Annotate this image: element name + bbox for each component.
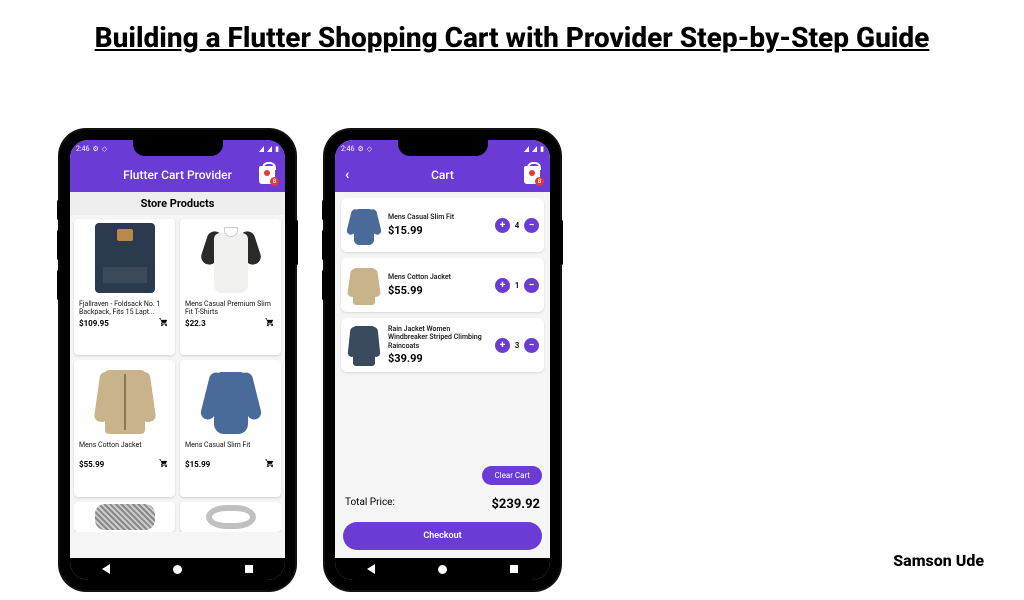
- product-image: [95, 223, 155, 293]
- product-image: [95, 504, 155, 530]
- cart-item: Mens Cotton Jacket $55.99 + 1 −: [341, 258, 544, 312]
- cart-item-name: Rain Jacket Women Windbreaker Striped Cl…: [388, 325, 489, 350]
- add-to-cart-icon[interactable]: [158, 317, 170, 329]
- signal-icon: [524, 146, 529, 152]
- clear-cart-button[interactable]: Clear Cart: [482, 466, 542, 485]
- nav-recent-icon[interactable]: [510, 565, 518, 573]
- cart-count-badge: 8: [270, 177, 279, 186]
- android-nav-bar: [335, 558, 550, 580]
- total-value: $239.92: [491, 497, 540, 512]
- phone-store: 2:46⚙◇ ▮ Flutter Cart Provider 8 Store P…: [60, 130, 295, 590]
- cart-item-image: [346, 323, 382, 367]
- increment-button[interactable]: +: [495, 338, 510, 353]
- phone-cart: 2:46⚙◇ ▮ ‹ Cart 8 Mens Casual Slim Fit $…: [325, 130, 560, 590]
- app-bar: Flutter Cart Provider 8: [70, 158, 285, 192]
- cart-item-price: $55.99: [388, 284, 489, 297]
- author-name: Samson Ude: [893, 551, 984, 570]
- cart-button[interactable]: 8: [259, 166, 275, 184]
- nav-recent-icon[interactable]: [245, 565, 253, 573]
- page-title: Building a Flutter Shopping Cart with Pr…: [0, 0, 1024, 57]
- nav-back-icon[interactable]: [102, 564, 110, 574]
- app-title: Flutter Cart Provider: [123, 168, 232, 182]
- battery-icon: ▮: [540, 145, 544, 153]
- nav-home-icon[interactable]: [173, 565, 182, 574]
- product-card[interactable]: Mens Casual Slim Fit $15.99: [180, 360, 281, 496]
- signal-icon: [259, 146, 264, 152]
- product-price: $15.99: [185, 460, 210, 469]
- product-price: $55.99: [79, 460, 104, 469]
- quantity-value: 4: [513, 221, 521, 230]
- total-label: Total Price:: [345, 497, 395, 512]
- gear-icon: ⚙: [93, 145, 99, 153]
- gear-icon: ⚙: [358, 145, 364, 153]
- nav-home-icon[interactable]: [438, 565, 447, 574]
- cart-item-price: $15.99: [388, 224, 489, 237]
- wifi-icon: [532, 146, 537, 152]
- product-card[interactable]: Mens Cotton Jacket $55.99: [74, 360, 175, 496]
- cart-item: Rain Jacket Women Windbreaker Striped Cl…: [341, 318, 544, 372]
- increment-button[interactable]: +: [495, 218, 510, 233]
- cart-item-price: $39.99: [388, 352, 489, 365]
- product-card[interactable]: Mens Casual Premium Slim Fit T-Shirts $2…: [180, 219, 281, 355]
- cart-button[interactable]: 8: [524, 166, 540, 184]
- nav-back-icon[interactable]: [367, 564, 375, 574]
- total-row: Total Price: $239.92: [341, 491, 544, 514]
- app-bar: ‹ Cart 8: [335, 158, 550, 192]
- product-card[interactable]: [180, 502, 281, 532]
- cart-item-name: Mens Casual Slim Fit: [388, 213, 489, 221]
- decrement-button[interactable]: −: [524, 218, 539, 233]
- battery-icon: ▮: [275, 145, 279, 153]
- product-image: [204, 223, 258, 293]
- product-card[interactable]: Fjallraven - Foldsack No. 1 Backpack, Fi…: [74, 219, 175, 355]
- product-name: Mens Casual Slim Fit: [180, 438, 281, 456]
- cart-item: Mens Casual Slim Fit $15.99 + 4 −: [341, 198, 544, 252]
- cart-count-badge: 8: [535, 177, 544, 186]
- product-grid[interactable]: Fjallraven - Foldsack No. 1 Backpack, Fi…: [70, 215, 285, 558]
- product-price: $109.95: [79, 319, 109, 328]
- quantity-value: 3: [513, 341, 521, 350]
- app-title: Cart: [431, 168, 454, 182]
- add-to-cart-icon[interactable]: [264, 458, 276, 470]
- quantity-value: 1: [513, 281, 521, 290]
- product-image: [206, 505, 256, 529]
- phone-notch: [398, 140, 488, 156]
- wifi-icon: [267, 146, 272, 152]
- back-button[interactable]: ‹: [345, 167, 349, 183]
- android-nav-bar: [70, 558, 285, 580]
- product-price: $22.3: [185, 319, 206, 328]
- product-card[interactable]: [74, 502, 175, 532]
- product-image: [205, 364, 257, 434]
- phone-notch: [133, 140, 223, 156]
- product-name: Mens Cotton Jacket: [74, 438, 175, 456]
- cart-item-image: [346, 203, 382, 247]
- add-to-cart-icon[interactable]: [158, 458, 170, 470]
- product-image: [97, 364, 153, 434]
- section-header: Store Products: [70, 192, 285, 215]
- product-name: Mens Casual Premium Slim Fit T-Shirts: [180, 297, 281, 315]
- cart-item-name: Mens Cotton Jacket: [388, 273, 489, 281]
- product-name: Fjallraven - Foldsack No. 1 Backpack, Fi…: [74, 297, 175, 315]
- increment-button[interactable]: +: [495, 278, 510, 293]
- decrement-button[interactable]: −: [524, 278, 539, 293]
- decrement-button[interactable]: −: [524, 338, 539, 353]
- checkout-button[interactable]: Checkout: [343, 522, 542, 550]
- cart-body[interactable]: Mens Casual Slim Fit $15.99 + 4 − Mens C…: [335, 192, 550, 558]
- cart-item-image: [346, 263, 382, 307]
- add-to-cart-icon[interactable]: [264, 317, 276, 329]
